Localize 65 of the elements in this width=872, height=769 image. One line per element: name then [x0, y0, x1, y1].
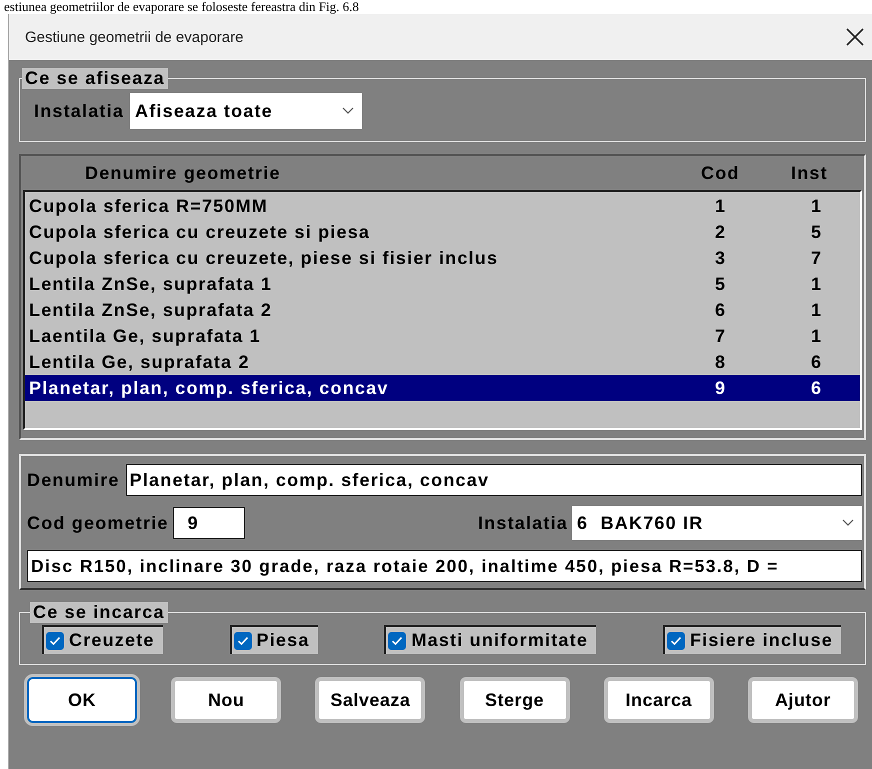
list-row[interactable]: Planetar, plan, comp. sferica, concav 9 6: [25, 375, 860, 401]
installation-number: 6: [811, 352, 824, 372]
chevron-down-icon: [342, 107, 354, 115]
list-row[interactable]: Cupola sferica cu creuzete si piesa 2 5: [25, 219, 860, 245]
description-field[interactable]: Disc R150, inclinare 30 grade, raza rotaie 200, inaltime 450, piesa R=53.8, D =: [27, 550, 862, 582]
geometry-code: 9: [715, 378, 728, 398]
window-title: Gestiune geometrii de evaporare: [25, 28, 244, 46]
installation-label: Instalatia: [478, 512, 568, 534]
installation-label: Instalatia: [34, 100, 124, 122]
geometry-name: Planetar, plan, comp. sferica, concav: [28, 378, 390, 398]
installation-number: 1: [811, 300, 824, 320]
geometry-name: Cupola sferica cu creuzete si piesa: [28, 222, 372, 242]
dialog-button[interactable]: Nou: [171, 677, 282, 723]
checkbox-option[interactable]: Creuzete: [42, 625, 163, 654]
geometry-name: Lentila ZnSe, suprafata 1: [28, 274, 274, 294]
geometry-code: 2: [715, 222, 728, 242]
group-title: Ce se incarca: [30, 602, 168, 623]
installation-dropdown[interactable]: 6 BAK760 IR: [572, 506, 862, 540]
checkbox-option[interactable]: Fisiere incluse: [662, 625, 841, 654]
column-header: Cod: [701, 162, 741, 184]
geometry-code: 7: [715, 326, 728, 346]
dialog-button[interactable]: Incarca: [604, 677, 714, 723]
geometry-code: 5: [715, 274, 728, 294]
list-row[interactable]: Lentila Ge, suprafata 2 8 6: [25, 349, 860, 375]
checkbox-option[interactable]: Piesa: [230, 625, 318, 654]
dialog-button[interactable]: Salveaza: [315, 677, 426, 723]
checkbox[interactable]: [388, 632, 406, 650]
geometry-code: 8: [715, 352, 728, 372]
checkbox[interactable]: [234, 632, 252, 650]
name-label: Denumire: [27, 470, 120, 490]
installation-number: 7: [811, 248, 824, 268]
name-field[interactable]: Planetar, plan, comp. sferica, concav: [126, 464, 862, 496]
geometry-code: 1: [715, 196, 728, 216]
geometry-name: Cupola sferica R=750MM: [28, 196, 269, 216]
geometry-code: 6: [715, 300, 728, 320]
geometry-name: Cupola sferica cu creuzete, piese si fisier inclus: [28, 248, 500, 268]
geometry-name: Laentila Ge, suprafata 1: [28, 326, 262, 346]
close-icon[interactable]: [846, 28, 864, 46]
installation-number: 6: [811, 378, 824, 398]
column-header: Denumire geometrie: [84, 162, 282, 184]
list-row[interactable]: Cupola sferica R=750MM 1 1: [25, 193, 860, 219]
list-row[interactable]: Laentila Ge, suprafata 1 7 1: [25, 323, 860, 349]
list-row[interactable]: Lentila ZnSe, suprafata 2 6 1: [25, 297, 860, 323]
list-row[interactable]: Cupola sferica cu creuzete, piese si fisier inclus 3 7: [25, 245, 860, 271]
column-header: Inst: [791, 162, 829, 184]
chevron-down-icon: [842, 519, 854, 527]
geometry-code: 3: [715, 248, 728, 268]
installation-number: 5: [811, 222, 824, 242]
installation-number: 1: [811, 274, 824, 294]
checkbox-option[interactable]: Masti uniformitate: [384, 625, 596, 654]
installation-number: 1: [811, 196, 824, 216]
installation-number: 1: [811, 326, 824, 346]
dialog-button[interactable]: Ajutor: [748, 677, 858, 723]
group-title: Ce se afiseaza: [22, 68, 168, 89]
checkbox[interactable]: [666, 632, 685, 650]
dialog-button[interactable]: OK: [27, 677, 137, 723]
geometry-name: Lentila Ge, suprafata 2: [28, 352, 251, 372]
geometry-name: Lentila ZnSe, suprafata 2: [28, 300, 274, 320]
document-text: estiunea geometriilor de evaporare se foloseste fereastra din Fig. 6.8: [3, 0, 360, 14]
code-field[interactable]: 9: [172, 507, 245, 539]
list-row[interactable]: Lentila ZnSe, suprafata 1 5 1: [25, 271, 860, 297]
installation-dropdown[interactable]: Afiseaza toate: [130, 93, 362, 129]
dialog-button[interactable]: Sterge: [460, 677, 570, 723]
code-label: Cod geometrie: [27, 512, 169, 534]
checkbox[interactable]: [46, 632, 64, 650]
